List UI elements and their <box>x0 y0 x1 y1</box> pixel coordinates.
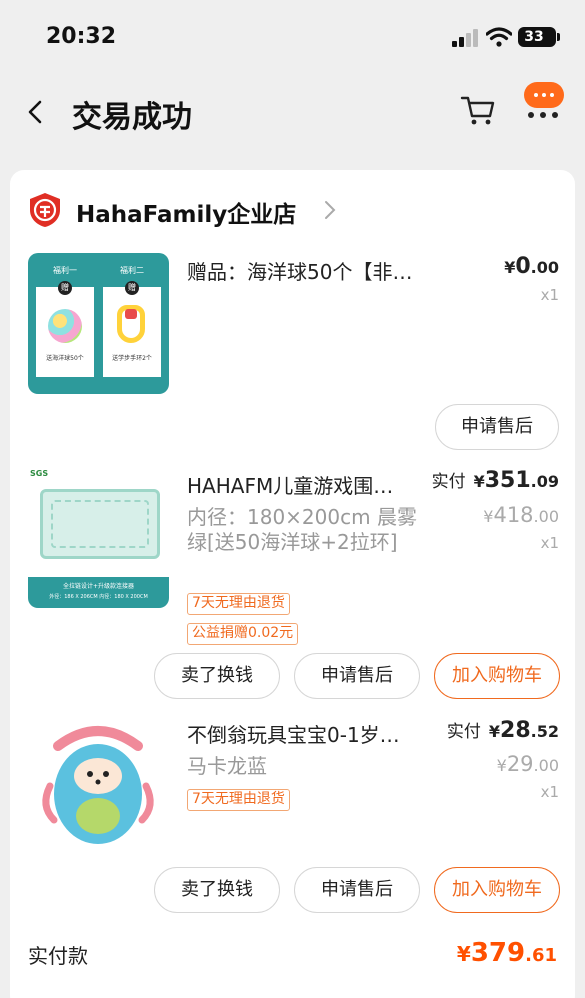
product-title[interactable]: 赠品：海洋球50个【非卖品… <box>187 256 427 285</box>
currency-symbol: ¥ <box>483 507 494 526</box>
add-to-cart-button[interactable]: 加入购物车 <box>434 653 560 699</box>
after-sales-button[interactable]: 申请售后 <box>294 867 420 913</box>
gift-badge: 赠 <box>58 281 72 295</box>
status-time: 20:32 <box>46 24 117 49</box>
return-policy-tag: 7天无理由退货 <box>187 593 290 615</box>
wifi-icon <box>486 27 512 47</box>
price-decimal: .00 <box>533 507 559 526</box>
battery-cap <box>557 33 560 41</box>
paid-label: 实付 <box>431 472 466 492</box>
gift-caption-1: 送海洋球50个 <box>46 355 84 362</box>
price-integer: 0 <box>515 254 531 279</box>
original-price: ¥29.00 <box>497 752 559 776</box>
walking-ring-handle <box>125 309 137 319</box>
product-spec: 马卡龙蓝 <box>187 754 267 778</box>
back-icon[interactable] <box>24 98 48 126</box>
currency-symbol: ¥ <box>504 258 516 277</box>
ocean-balls-image <box>48 309 82 343</box>
status-bar: 20:32 33 <box>0 0 585 70</box>
charity-tag: 公益捐赠0.02元 <box>187 623 299 645</box>
total-label: 实付款 <box>28 944 88 968</box>
product-price: ¥0.00 <box>504 254 559 279</box>
playpen-size-text: 外径：186 X 206CM 内径：180 X 200CM <box>49 594 148 600</box>
cart-icon[interactable] <box>460 94 496 128</box>
price-decimal: .52 <box>530 722 559 741</box>
currency-symbol: ¥ <box>488 722 501 741</box>
product-quantity: x1 <box>540 286 559 304</box>
tumbler-toy-image <box>42 726 154 844</box>
battery-level: 33 <box>524 29 544 45</box>
sell-button[interactable]: 卖了换钱 <box>154 653 280 699</box>
gift-panel-1: 赠 送海洋球50个 <box>36 281 94 377</box>
product-image-gift[interactable]: 福利一 福利二 赠 送海洋球50个 赠 送学步手环2个 <box>28 253 169 394</box>
product-title[interactable]: HAHAFM儿童游戏围… <box>187 470 427 499</box>
product-spec: 内径：180×200cm 晨雾绿[送50海洋球+2拉环] <box>187 505 417 554</box>
paid-label: 实付 <box>446 722 481 742</box>
playpen-image <box>40 489 160 559</box>
navbar: 交易成功 <box>0 80 585 150</box>
price-integer: 351 <box>484 468 531 493</box>
playpen-banner-text: 全拉链设计+升级款连接器 <box>62 583 135 590</box>
product-image-tumbler[interactable] <box>28 716 169 857</box>
gift-label-2: 福利二 <box>120 266 144 275</box>
sell-button[interactable]: 卖了换钱 <box>154 867 280 913</box>
total-amount: ¥379.61 <box>457 938 557 968</box>
sgs-mark: SGS <box>30 469 49 478</box>
page-title: 交易成功 <box>72 100 192 135</box>
order-card: HahaFamily企业店 福利一 福利二 赠 送海洋球50个 赠 送学步手环2… <box>10 170 575 998</box>
product-price: 实付 ¥351.09 <box>432 467 559 493</box>
shop-name: HahaFamily企业店 <box>76 202 297 228</box>
original-price: ¥418.00 <box>483 503 559 527</box>
battery-icon: 33 <box>518 27 556 47</box>
playpen-mesh <box>51 500 149 548</box>
shop-header[interactable]: HahaFamily企业店 <box>28 192 348 228</box>
product-title[interactable]: 不倒翁玩具宝宝0-1岁… <box>187 719 427 748</box>
price-integer: 379 <box>470 938 526 968</box>
currency-symbol: ¥ <box>496 756 507 775</box>
return-policy-tag: 7天无理由退货 <box>187 789 290 811</box>
price-integer: 29 <box>506 752 534 776</box>
currency-symbol: ¥ <box>456 942 471 966</box>
signal-icon <box>452 29 480 47</box>
price-decimal: .09 <box>530 472 559 491</box>
price-decimal: .00 <box>533 756 559 775</box>
gift-badge: 赠 <box>125 281 139 295</box>
gift-label-1: 福利一 <box>53 266 77 275</box>
price-decimal: .61 <box>525 945 557 966</box>
product-image-playpen[interactable]: SGS 全拉链设计+升级款连接器 外径：186 X 206CM 内径：180 X… <box>28 467 169 608</box>
shop-logo-icon <box>30 193 60 227</box>
chevron-right-icon <box>325 201 336 219</box>
product-quantity: x1 <box>540 534 559 552</box>
product-price: 实付 ¥28.52 <box>447 717 559 743</box>
gift-panel-2: 赠 送学步手环2个 <box>103 281 161 377</box>
add-to-cart-button[interactable]: 加入购物车 <box>434 867 560 913</box>
gift-caption-2: 送学步手环2个 <box>112 355 152 362</box>
price-integer: 418 <box>493 503 534 527</box>
more-icon[interactable] <box>520 80 566 122</box>
currency-symbol: ¥ <box>473 472 485 491</box>
after-sales-button[interactable]: 申请售后 <box>435 404 559 450</box>
price-decimal: .00 <box>530 258 559 277</box>
price-integer: 28 <box>500 718 531 743</box>
message-bubble-icon <box>524 82 564 108</box>
after-sales-button[interactable]: 申请售后 <box>294 653 420 699</box>
product-quantity: x1 <box>540 783 559 801</box>
